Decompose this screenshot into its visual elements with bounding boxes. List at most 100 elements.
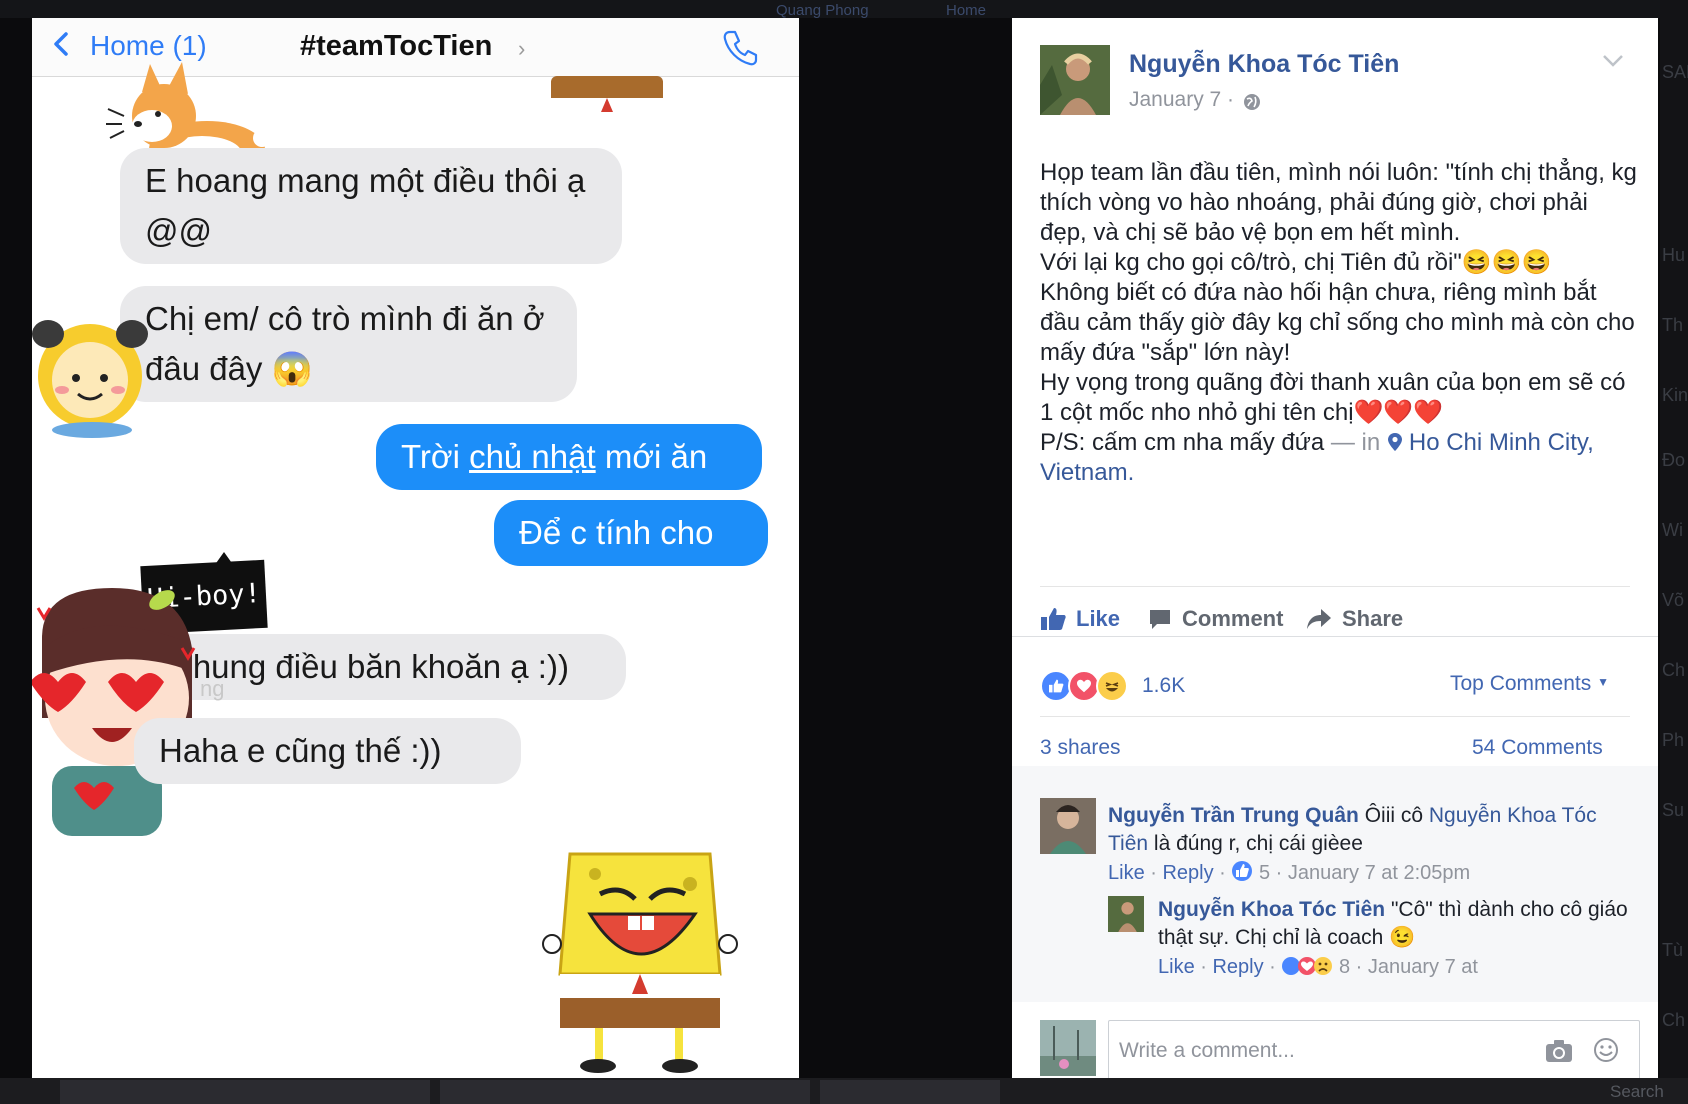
chat-title[interactable]: #teamTocTien <box>300 30 492 63</box>
comment-input[interactable]: Write a comment... <box>1108 1020 1640 1078</box>
comment-like-count[interactable]: 5 <box>1259 862 1270 884</box>
comment-input-placeholder: Write a comment... <box>1119 1039 1295 1062</box>
bee-sticker <box>32 320 148 438</box>
divider <box>1040 716 1630 717</box>
shares-count[interactable]: 3 shares <box>1040 736 1121 760</box>
chevron-left-icon[interactable] <box>54 32 68 56</box>
comment-text: Ôiii cô <box>1358 804 1429 827</box>
top-comments-label: Top Comments <box>1450 672 1592 695</box>
reply-body: Nguyễn Khoa Tóc Tiên "Cô" thì dành cho c… <box>1158 896 1628 952</box>
wink-emoji: 😉 <box>1389 926 1416 949</box>
background-text: Home <box>946 2 987 19</box>
background-text: Search <box>1610 1082 1664 1101</box>
post-paragraph: Không biết có đứa nào hối hận chưa, riên… <box>1040 279 1635 366</box>
comment-label: Comment <box>1182 606 1284 631</box>
divider <box>1040 586 1630 587</box>
comment-button[interactable]: Comment <box>1148 606 1283 632</box>
facebook-post: Nguyễn Khoa Tóc Tiên January 7 · Họp tea… <box>1012 18 1658 1078</box>
commenter-name[interactable]: Nguyễn Trần Trung Quân <box>1108 804 1359 827</box>
message-bubble-received: Haha e cũng thế :)) <box>134 718 521 784</box>
background-text: Su <box>1662 800 1685 820</box>
phone-icon[interactable] <box>720 28 760 68</box>
avatar-image <box>1040 45 1110 115</box>
background-tile <box>440 1080 810 1104</box>
replier-name[interactable]: Nguyễn Khoa Tóc Tiên <box>1158 898 1385 921</box>
reply-reply-link[interactable]: Reply <box>1212 956 1263 978</box>
comments-count[interactable]: 54 Comments <box>1472 736 1603 760</box>
replier-avatar[interactable] <box>1108 896 1144 932</box>
message-bubble-sent: Trời chủ nhật mới ăn <box>376 424 762 490</box>
avatar-image <box>1040 1020 1096 1076</box>
comment-icon <box>1150 610 1170 629</box>
reply-meta: Like · Reply · 8 · January 7 at <box>1158 956 1478 978</box>
top-comments-dropdown[interactable]: Top Comments ▼ <box>1450 672 1609 696</box>
divider <box>1012 636 1658 637</box>
commenter-avatar[interactable] <box>1040 798 1096 854</box>
chevron-right-icon: › <box>518 36 526 61</box>
globe-icon <box>1244 94 1260 110</box>
sticker-pointer <box>214 552 234 566</box>
location-suffix: . <box>1127 459 1135 486</box>
comment-meta: Like · Reply · 5 · January 7 at 2:05pm <box>1108 861 1471 884</box>
reply-like-count[interactable]: 8 <box>1339 956 1350 978</box>
like-reaction-icon <box>1232 861 1253 881</box>
background-text: Quang Phong <box>776 2 869 19</box>
background-text: Tù <box>1662 940 1684 960</box>
background-text: Ch <box>1662 1010 1686 1030</box>
author-avatar[interactable] <box>1040 45 1110 115</box>
background-topbar: Quang Phong Home <box>0 0 1688 19</box>
comment-body: Nguyễn Trần Trung Quân Ôiii cô Nguyễn Kh… <box>1108 802 1628 858</box>
message-text: Chị em/ cô trò mình đi ăn ở đâu đây <box>145 300 545 387</box>
sender-name-faded: ng <box>200 676 225 701</box>
date-link[interactable]: chủ nhật <box>469 438 596 475</box>
share-button[interactable]: Share <box>1306 606 1403 632</box>
post-author-name[interactable]: Nguyễn Khoa Tóc Tiên <box>1129 50 1399 79</box>
haha-reaction-icon <box>1096 670 1128 702</box>
background-text: Ph <box>1662 730 1685 750</box>
like-label: Like <box>1076 606 1121 631</box>
girl-sticker <box>32 588 196 836</box>
scream-emoji: 😱 <box>271 350 313 387</box>
message-text: Trời <box>401 438 470 475</box>
avatar-image <box>1040 798 1096 854</box>
message-bubble-received: E hoang mang một điều thôi ạ @@ <box>120 148 622 264</box>
spongebob-sticker-fragment <box>551 76 663 112</box>
camera-icon[interactable] <box>1545 1039 1573 1063</box>
reply-like-link[interactable]: Like <box>1158 956 1195 978</box>
background-tile <box>60 1080 430 1104</box>
comments-section: Nguyễn Trần Trung Quân Ôiii cô Nguyễn Kh… <box>1012 766 1658 1002</box>
reaction-count[interactable]: 1.6K <box>1142 674 1185 698</box>
message-bubble-received: Chị em/ cô trò mình đi ăn ở đâu đây 😱 <box>120 286 577 402</box>
avatar-image <box>1108 896 1144 932</box>
current-user-avatar <box>1040 1020 1096 1076</box>
comment-like-link[interactable]: Like <box>1108 862 1145 884</box>
background-tile <box>820 1080 1000 1104</box>
post-body: Họp team lần đầu tiên, mình nói luôn: "t… <box>1040 158 1640 488</box>
post-paragraph: Hy vọng trong quãng đời thanh xuân của b… <box>1040 369 1626 426</box>
background-text: Đo <box>1662 450 1686 470</box>
comment-timestamp[interactable]: January 7 at 2:05pm <box>1288 862 1470 884</box>
caret-down-icon: ▼ <box>1597 675 1609 689</box>
post-paragraph: P/S: cấm cm nha mấy đứa <box>1040 429 1325 456</box>
thumbs-up-icon <box>1041 608 1066 630</box>
like-button[interactable]: Like <box>1040 606 1120 632</box>
reply-timestamp[interactable]: January 7 at <box>1368 956 1478 978</box>
sad-reaction-icon <box>1314 957 1333 975</box>
spongebob-sticker <box>542 852 738 1073</box>
comment-reply-link[interactable]: Reply <box>1162 862 1213 884</box>
background-text: Ch <box>1662 660 1686 680</box>
message-bubble-sent: Để c tính cho <box>494 500 768 566</box>
chevron-down-icon[interactable] <box>1602 54 1624 68</box>
background-text: Th <box>1662 315 1684 335</box>
post-ps-line: P/S: cấm cm nha mấy đứa — in Ho Chi Minh… <box>1040 428 1640 488</box>
post-timestamp[interactable]: January 7 · <box>1129 88 1234 112</box>
location-prefix: — in <box>1324 429 1387 456</box>
message-text: mới ăn <box>595 438 708 475</box>
background-text: Hu <box>1662 245 1686 265</box>
chat-screenshot: Home (1) #teamTocTien › E hoang mang một… <box>32 18 799 1078</box>
background-text: Kin <box>1662 385 1688 405</box>
post-paragraph: Họp team lần đầu tiên, mình nói luôn: "t… <box>1040 159 1637 246</box>
share-label: Share <box>1342 606 1404 631</box>
emoji-smile-icon[interactable] <box>1593 1037 1619 1063</box>
reactions-summary[interactable]: 1.6K <box>1040 668 1185 704</box>
